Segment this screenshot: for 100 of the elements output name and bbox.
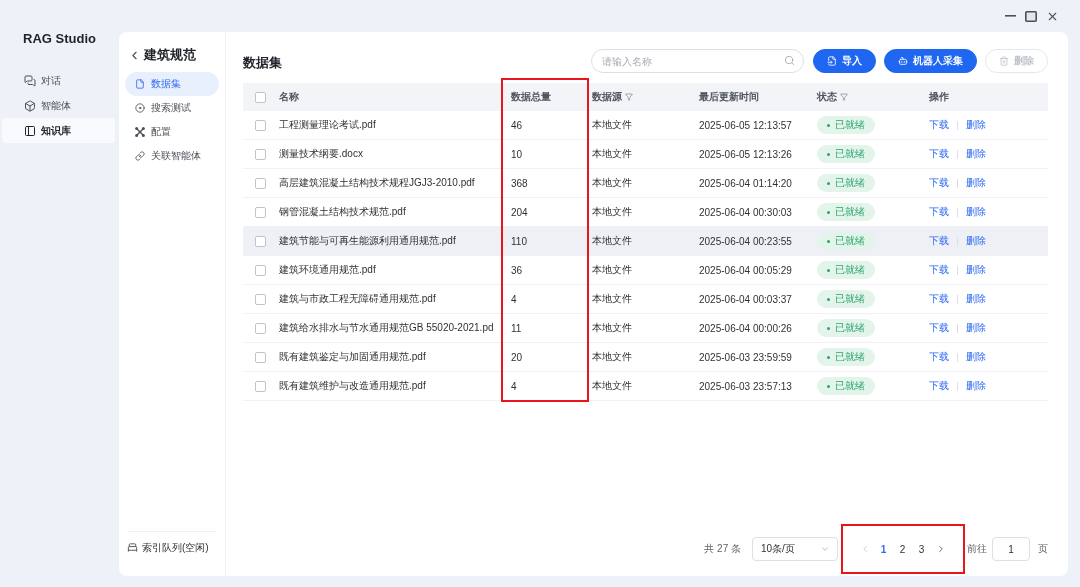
table-cell: 2025-06-04 00:05:29 [699,264,792,276]
section-title: 数据集 [243,53,282,72]
action-link[interactable]: 下载 [929,263,949,277]
checkbox[interactable] [255,235,266,247]
action-link[interactable]: 删除 [966,263,986,277]
action-link[interactable]: 下载 [929,176,949,190]
status-dot-icon [827,181,830,185]
checkbox[interactable] [255,293,266,305]
minimize-icon [1005,15,1016,17]
column-header: 名称 [279,90,299,104]
table-cell: 本地文件 [592,292,632,306]
status-text: 已就绪 [835,350,865,364]
app-title: RAG Studio [22,30,97,48]
nav-item[interactable]: 知识库 [2,118,115,143]
table-cell: 2025-06-05 12:13:26 [699,148,792,160]
table-cell: 2025-06-03 23:59:59 [699,351,792,363]
checkbox[interactable] [255,322,266,334]
action-link[interactable]: 删除 [966,176,986,190]
action-link[interactable]: 删除 [966,321,986,335]
table-cell: 204 [511,206,528,218]
action-link[interactable]: 下载 [929,379,949,393]
status-text: 已就绪 [835,147,865,161]
menu-item[interactable]: 关联智能体 [125,144,219,168]
checkbox[interactable] [255,351,266,363]
action-link[interactable]: 删除 [966,147,986,161]
action-button[interactable]: 导入 [813,49,876,73]
table-cell: 建筑环境通用规范.pdf [279,263,376,277]
page-size-select[interactable]: 10条/页 [752,537,838,561]
checkbox[interactable] [255,148,266,160]
table-cell: 2025-06-04 00:03:37 [699,293,792,305]
action-link[interactable]: 删除 [966,205,986,219]
checkbox[interactable] [255,119,266,131]
action-link[interactable]: 下载 [929,321,949,335]
nodes-icon [135,127,145,137]
total-count: 共 27 条 [704,542,741,556]
nav-item[interactable]: 对话 [2,68,115,93]
checkbox[interactable] [255,206,266,218]
action-link[interactable]: 下载 [929,118,949,132]
panel-icon [24,124,36,137]
disc-icon [135,103,145,113]
filter-icon[interactable] [625,93,633,101]
page-button[interactable]: 2 [893,539,912,559]
table-row[interactable]: 建筑节能与可再生能源利用通用规范.pdf 110 本地文件 2025-06-04 00:23:55 已就绪 下载 删除 [243,227,1048,256]
page-input[interactable]: 1 [992,537,1030,561]
status-text: 已就绪 [835,321,865,335]
table-cell: 测量技术纲要.docx [279,147,363,161]
table-cell: 本地文件 [592,234,632,248]
checkbox[interactable] [255,91,266,103]
bed-icon [127,542,138,553]
page-unit: 页 [1038,542,1048,556]
table-cell: 2025-06-04 01:14:20 [699,177,792,189]
checkbox[interactable] [255,380,266,392]
table-cell: 本地文件 [592,205,632,219]
menu-item[interactable]: 配置 [125,120,219,144]
checkbox[interactable] [255,177,266,189]
table-cell: 110 [511,235,527,247]
action-link[interactable]: 删除 [966,379,986,393]
table-cell: 2025-06-04 00:23:55 [699,235,792,247]
action-link[interactable]: 删除 [966,234,986,248]
status-text: 已就绪 [835,205,865,219]
filter-icon[interactable] [840,93,848,101]
table-cell: 本地文件 [592,118,632,132]
status-dot-icon [827,384,830,388]
column-header: 状态 [817,90,837,104]
table-cell: 本地文件 [592,321,632,335]
action-link[interactable]: 下载 [929,292,949,306]
status-dot-icon [827,355,830,359]
table-cell: 既有建筑鉴定与加固通用规范.pdf [279,350,426,364]
table-cell: 工程测量理论考试.pdf [279,118,376,132]
goto-label: 前往 [967,542,987,556]
action-link[interactable]: 删除 [966,350,986,364]
status-text: 已就绪 [835,234,865,248]
status-dot-icon [827,239,830,243]
knowledge-base-title: 建筑规范 [144,46,196,64]
queue-status: 索引队列(空闲) [142,540,209,555]
status-dot-icon [827,297,830,301]
checkbox[interactable] [255,264,266,276]
action-link[interactable]: 删除 [966,118,986,132]
action-link[interactable]: 下载 [929,205,949,219]
status-text: 已就绪 [835,118,865,132]
action-link[interactable]: 下载 [929,350,949,364]
search-field[interactable]: 请输入名称 [591,49,804,73]
status-text: 已就绪 [835,292,865,306]
page-button[interactable]: 1 [874,539,893,559]
table-cell: 4 [511,380,517,392]
maximize-button[interactable] [1023,8,1039,24]
menu-item[interactable]: 搜索测试 [125,96,219,120]
action-link[interactable]: 删除 [966,292,986,306]
action-link[interactable]: 下载 [929,147,949,161]
table-cell: 46 [511,119,523,131]
action-button[interactable]: 机器人采集 [884,49,977,73]
table-cell: 既有建筑维护与改造通用规范.pdf [279,379,426,393]
action-link[interactable]: 下载 [929,234,949,248]
nav-item[interactable]: 智能体 [2,93,115,118]
table-cell: 本地文件 [592,147,632,161]
menu-item[interactable]: 数据集 [125,72,219,96]
page-button[interactable]: 3 [912,539,931,559]
table-cell: 本地文件 [592,263,632,277]
table-cell: 2025-06-03 23:57:13 [699,380,792,392]
table-cell: 建筑节能与可再生能源利用通用规范.pdf [279,234,456,248]
